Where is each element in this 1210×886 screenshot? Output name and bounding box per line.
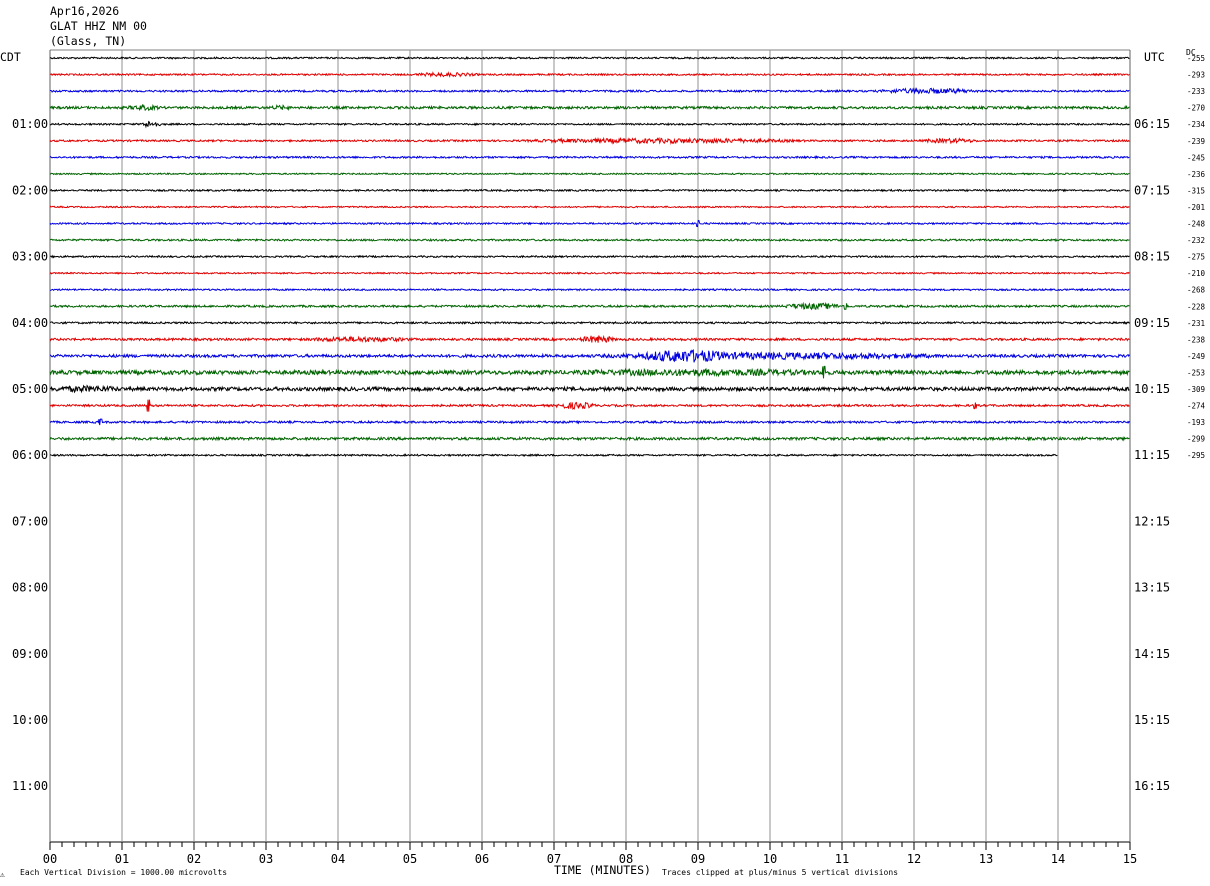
seismic-trace	[49, 205, 1130, 209]
left-hour-label: 01:00	[12, 117, 48, 131]
dc-offset-label: -233	[1187, 87, 1205, 96]
seismic-trace	[49, 188, 1130, 193]
dc-offset-label: -193	[1187, 418, 1205, 427]
right-hour-label: 10:15	[1134, 382, 1170, 396]
left-hour-label: 05:00	[12, 382, 48, 396]
x-tick-label: 00	[43, 852, 57, 866]
dc-offset-label: -249	[1187, 352, 1205, 361]
x-tick-label: 04	[331, 852, 345, 866]
seismic-trace	[49, 399, 1130, 412]
left-hour-label: 11:00	[12, 779, 48, 793]
left-hour-label: 07:00	[12, 514, 48, 528]
seismic-trace	[49, 237, 1130, 243]
seismic-trace	[49, 349, 1130, 363]
trace-layer	[49, 56, 1130, 458]
left-hour-label: 08:00	[12, 581, 48, 595]
left-hour-label: 09:00	[12, 647, 48, 661]
right-hour-label: 13:15	[1134, 581, 1170, 595]
seismic-trace	[49, 334, 1130, 344]
seismic-trace	[49, 320, 1130, 325]
dc-offset-label: -309	[1187, 385, 1205, 394]
dc-offset-label: -315	[1187, 186, 1205, 195]
date-label: Apr16,2026	[50, 4, 120, 18]
dc-offset-label: -239	[1187, 137, 1205, 146]
seismic-trace	[49, 120, 1130, 129]
right-hour-label: 12:15	[1134, 514, 1170, 528]
station-label: GLAT HHZ NM 00	[50, 19, 147, 33]
dc-offset-label: -210	[1187, 269, 1206, 278]
seismic-trace	[50, 87, 1130, 95]
seismic-trace	[49, 384, 1130, 394]
x-tick-label: 12	[907, 852, 921, 866]
dc-offset-label: -295	[1187, 451, 1205, 460]
seismic-trace	[49, 71, 1130, 78]
dc-offset-label: -293	[1187, 71, 1205, 80]
dc-header-label: DC	[1186, 48, 1196, 57]
dc-offset-label: -270	[1187, 104, 1206, 113]
dc-offset-label: -201	[1187, 203, 1205, 212]
x-tick-label: 14	[1051, 852, 1065, 866]
x-tick-label: 10	[763, 852, 777, 866]
dc-offset-label: -268	[1187, 286, 1206, 295]
clipping-note: Traces clipped at plus/minus 5 vertical …	[662, 868, 899, 877]
x-tick-label: 05	[403, 852, 417, 866]
left-hour-label: 06:00	[12, 448, 48, 462]
seismic-trace	[49, 103, 1130, 112]
x-tick-label: 06	[475, 852, 489, 866]
grid-layer	[49, 49, 1131, 850]
seismic-trace	[49, 172, 1130, 176]
seismic-trace	[49, 220, 1130, 227]
x-tick-label: 15	[1123, 852, 1137, 866]
x-tick-label: 13	[979, 852, 993, 866]
seismic-trace	[49, 56, 1130, 60]
left-hour-label: 03:00	[12, 250, 48, 264]
dc-offset-label: -275	[1187, 253, 1205, 262]
right-hour-label: 14:15	[1134, 647, 1170, 661]
dc-offset-label: -232	[1187, 236, 1205, 245]
right-hour-label: 08:15	[1134, 250, 1170, 264]
right-hour-label: 09:15	[1134, 316, 1170, 330]
dc-offset-label: -238	[1187, 335, 1206, 344]
left-timezone-label: CDT	[0, 50, 21, 64]
dc-offset-label: -236	[1187, 170, 1206, 179]
dc-offset-label: -299	[1187, 435, 1205, 444]
right-hour-label: 06:15	[1134, 117, 1170, 131]
helicorder-plot: 00 01 02 03 04 05 06 07 08 09 10 11 12 13 14 1501:0002:…	[12, 49, 1206, 866]
x-axis-title: TIME (MINUTES)	[554, 863, 651, 877]
x-tick-label: 02	[187, 852, 201, 866]
dc-offset-label: -228	[1187, 302, 1206, 311]
seismic-trace	[49, 271, 1130, 275]
right-hour-label: 15:15	[1134, 713, 1170, 727]
seismic-trace	[49, 453, 1058, 458]
x-tick-label: 09	[691, 852, 705, 866]
dc-offset-label: -231	[1187, 319, 1205, 328]
location-label: (Glass, TN)	[50, 34, 127, 48]
dc-offset-label: -234	[1187, 120, 1206, 129]
seismic-trace	[49, 301, 1130, 311]
right-hour-label: 11:15	[1134, 448, 1170, 462]
seismic-trace	[49, 136, 1130, 146]
left-hour-label: 04:00	[12, 316, 48, 330]
seismic-trace	[49, 435, 1130, 442]
left-hour-label: 02:00	[12, 183, 48, 197]
x-tick-label: 03	[259, 852, 273, 866]
dc-offset-label: -253	[1187, 368, 1205, 377]
dc-offset-label: -245	[1187, 153, 1205, 162]
seismic-trace	[49, 155, 1130, 160]
vertical-division-note: Each Vertical Division = 1000.00 microvo…	[20, 868, 228, 877]
warning-icon: ⚠	[0, 870, 5, 879]
right-hour-label: 16:15	[1134, 779, 1170, 793]
seismic-trace	[49, 287, 1130, 292]
right-hour-label: 07:15	[1134, 183, 1170, 197]
seismic-trace	[49, 254, 1130, 259]
seismic-trace	[49, 418, 1130, 426]
left-hour-label: 10:00	[12, 713, 48, 727]
dc-offset-label: -248	[1187, 220, 1206, 229]
x-tick-label: 11	[835, 852, 849, 866]
label-layer: 00 01 02 03 04 05 06 07 08 09 10 11 12 13 14 1501:0002:…	[12, 54, 1206, 866]
right-timezone-label: UTC	[1144, 50, 1165, 64]
dc-offset-label: -274	[1187, 402, 1206, 411]
seismic-trace	[49, 365, 1130, 379]
x-tick-label: 01	[115, 852, 129, 866]
